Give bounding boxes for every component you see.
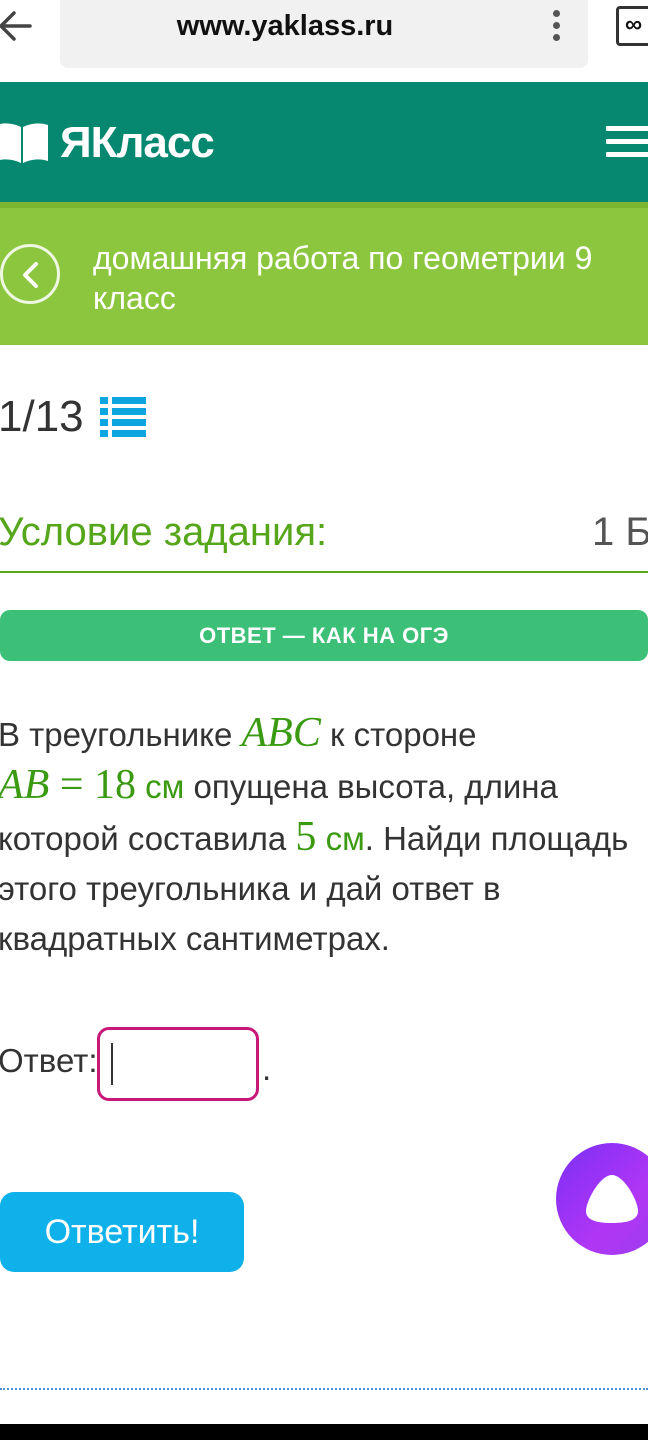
tab-count: ∞ [625,11,643,38]
problem-text-part: В треугольнике [0,716,242,753]
chevron-left-icon [23,262,38,288]
site-header: ЯКласс [0,82,648,202]
answer-label: Ответ: [0,1042,98,1079]
unit-cm: см [316,820,365,857]
logo-text: ЯКласс [60,118,215,167]
problem-text: В треугольнике ABC к стороне AB = 18 см … [0,708,638,964]
task-counter: 1/13 [0,392,84,441]
unit-cm: см [136,768,185,805]
points-value: 1 Б. [592,510,648,554]
site-logo[interactable]: ЯКласс [0,118,215,168]
math-18: 18 [94,762,136,808]
math-equals: = [49,762,94,808]
back-arrow-icon[interactable] [0,8,32,44]
alice-assistant-icon [586,1175,638,1223]
footer-divider [0,1388,648,1390]
answer-suffix: . [262,1050,272,1087]
tab-switcher-icon[interactable]: ∞ [616,6,648,46]
url-text: www.yaklass.ru [176,10,394,42]
homework-title[interactable]: домашняя работа по геометрии 9 класс [93,238,633,318]
alice-assistant-button[interactable] [556,1143,648,1255]
hamburger-icon[interactable] [606,126,648,162]
text-caret [111,1043,113,1085]
task-list-icon[interactable] [100,395,148,437]
oge-banner: ОТВЕТ — КАК НА ОГЭ [0,610,648,661]
submit-button[interactable]: Ответить! [0,1192,244,1272]
condition-divider [0,571,648,573]
math-abc: ABC [241,710,321,756]
kebab-menu-icon[interactable] [550,10,562,44]
browser-toolbar: www.yaklass.ru ∞ [0,0,648,82]
back-circle-button[interactable] [0,244,60,304]
section-band: домашняя работа по геометрии 9 класс [0,202,648,345]
address-bar[interactable]: www.yaklass.ru [60,0,588,68]
book-logo-icon [0,123,48,163]
answer-input[interactable] [97,1027,259,1101]
system-nav-bar [0,1424,648,1440]
math-ab: AB [0,762,50,808]
math-5: 5 [295,814,317,860]
page: www.yaklass.ru ∞ ЯКласс домашняя работа … [0,0,648,1440]
condition-title: Условие задания: [0,510,328,554]
problem-text-part: к стороне [320,716,477,753]
